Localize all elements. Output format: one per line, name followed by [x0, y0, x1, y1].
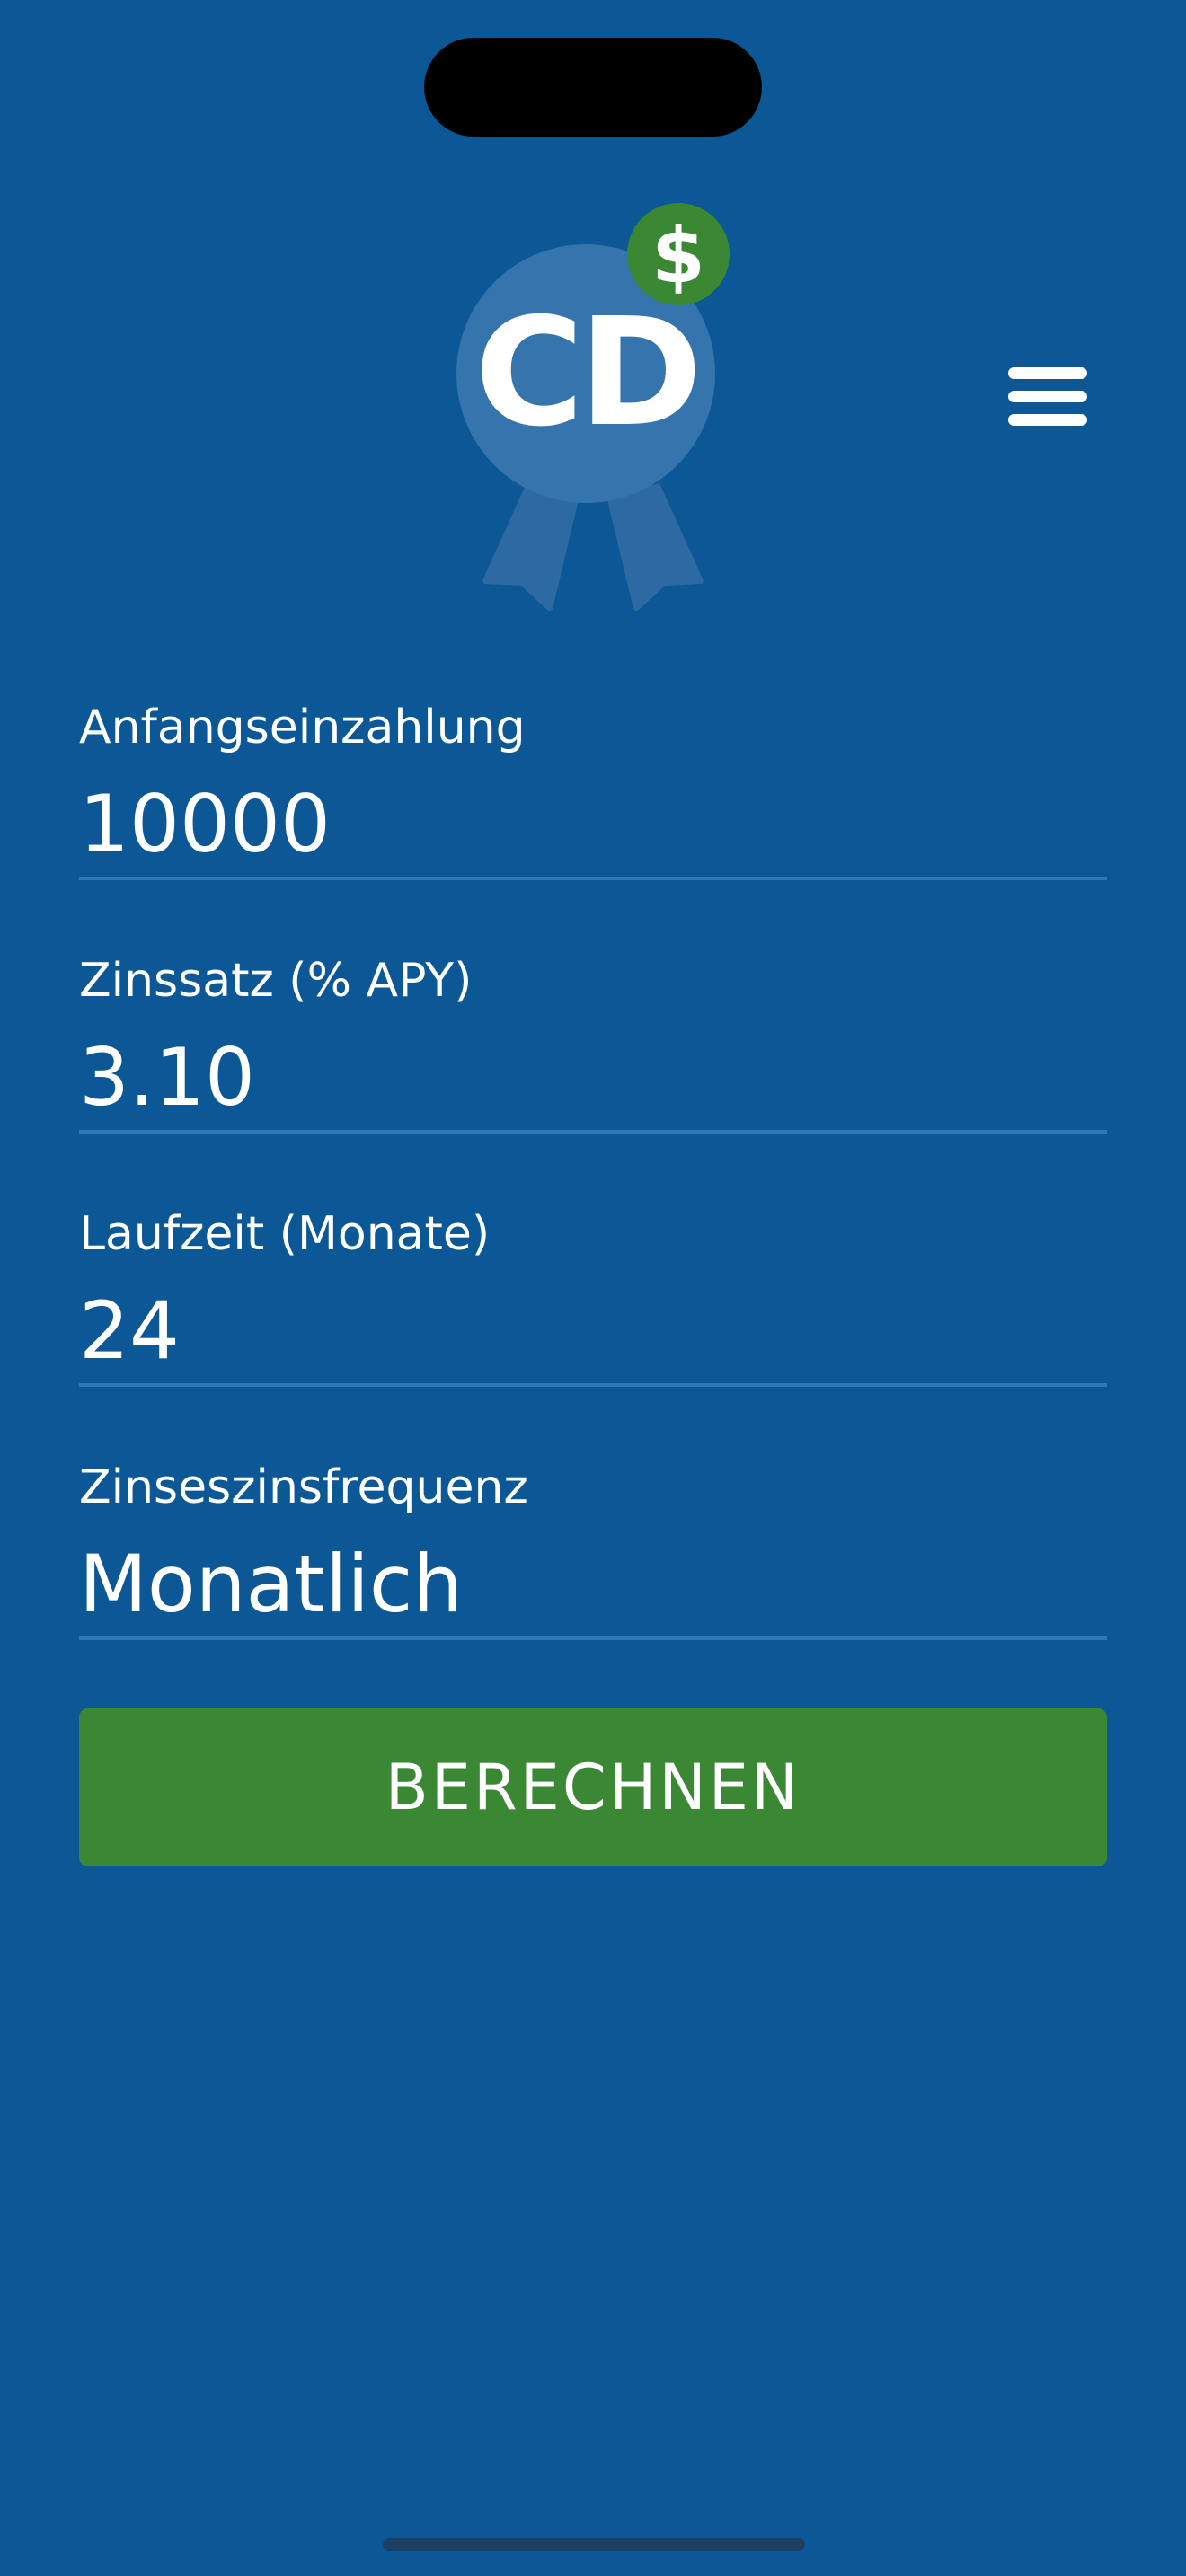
dynamic-island — [424, 38, 762, 137]
hamburger-menu-icon-bar — [1008, 391, 1087, 402]
cd-logo: CD $ — [449, 198, 737, 629]
field-underline — [79, 877, 1107, 880]
field-underline — [79, 1130, 1107, 1134]
field-underline — [79, 1383, 1107, 1387]
initial-deposit-input[interactable] — [79, 771, 1107, 878]
home-indicator — [383, 2538, 805, 2551]
initial-deposit-field: Anfangseinzahlung — [79, 701, 1107, 916]
term-input[interactable] — [79, 1277, 1107, 1385]
menu-button[interactable] — [996, 357, 1100, 435]
term-label: Laufzeit (Monate) — [79, 1207, 491, 1261]
hamburger-menu-icon-bar — [1008, 414, 1087, 426]
compound-frequency-select[interactable]: Monatlich — [79, 1531, 1107, 1638]
initial-deposit-label: Anfangseinzahlung — [79, 701, 526, 754]
app-screen: CD $ Anfangseinzahlung Zinssatz (% APY) … — [0, 0, 1186, 2576]
field-underline — [79, 1636, 1107, 1640]
logo-text: CD — [474, 287, 697, 460]
calculate-button[interactable]: BERECHNEN — [79, 1708, 1107, 1866]
compound-frequency-label: Zinseszinsfrequenz — [79, 1460, 528, 1514]
ribbon-left — [482, 483, 580, 611]
interest-rate-label: Zinssatz (% APY) — [79, 954, 473, 1008]
hamburger-menu-icon — [1008, 367, 1087, 379]
interest-rate-input[interactable] — [79, 1024, 1107, 1132]
dollar-icon: $ — [651, 211, 705, 301]
interest-rate-field: Zinssatz (% APY) — [79, 954, 1107, 1169]
compound-frequency-field: Zinseszinsfrequenz Monatlich — [79, 1460, 1107, 1676]
ribbon-right — [606, 483, 704, 611]
term-field: Laufzeit (Monate) — [79, 1207, 1107, 1423]
